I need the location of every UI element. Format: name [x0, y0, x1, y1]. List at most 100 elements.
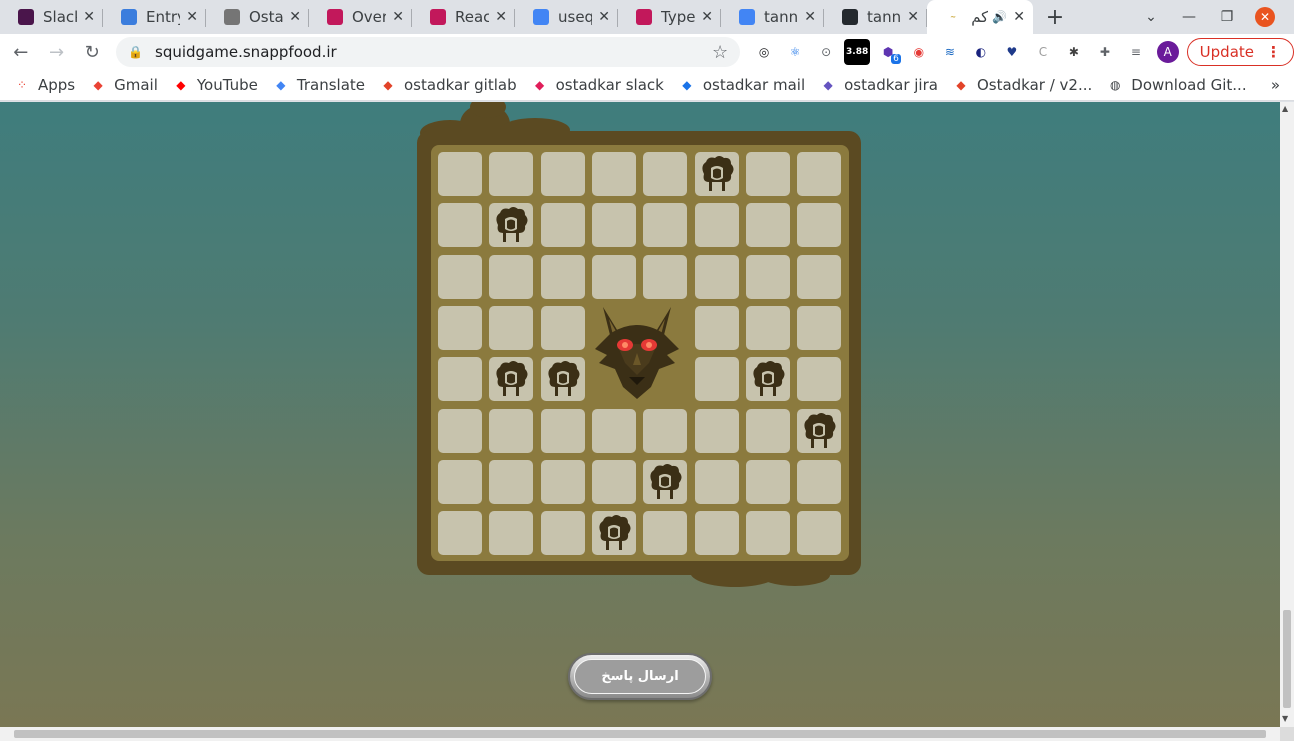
puzzle-icon[interactable]: ✚	[1092, 39, 1118, 65]
forward-arrow-icon[interactable]: →	[41, 36, 73, 68]
grid-cell[interactable]	[438, 305, 482, 350]
browser-tab[interactable]: Entry ✕	[103, 0, 206, 34]
grid-cell[interactable]	[540, 459, 585, 504]
horizontal-scrollbar[interactable]	[0, 727, 1280, 741]
restore-icon[interactable]: ❐	[1208, 0, 1246, 34]
close-window-button[interactable]: ✕	[1246, 0, 1284, 34]
browser-tab[interactable]: TypeS ✕	[618, 0, 721, 34]
grid-cell[interactable]	[745, 511, 790, 556]
grid-cell[interactable]	[694, 408, 739, 453]
grid-cell-sheep[interactable]	[489, 357, 534, 402]
browser-tab[interactable]: tanne ✕	[721, 0, 824, 34]
grid-cell[interactable]	[591, 152, 636, 196]
update-button[interactable]: Update ⋮	[1186, 38, 1294, 66]
ext-7-icon[interactable]: ≋	[937, 39, 963, 65]
grid-cell[interactable]	[694, 305, 739, 350]
grid-cell[interactable]	[540, 152, 585, 196]
close-tab-icon[interactable]: ✕	[907, 9, 919, 25]
wolf-icon[interactable]	[589, 303, 685, 403]
grid-cell-sheep[interactable]	[797, 408, 842, 453]
grid-cell[interactable]	[797, 305, 842, 350]
grid-cell[interactable]	[489, 254, 534, 299]
grid-cell[interactable]	[540, 203, 585, 248]
close-tab-icon[interactable]: ✕	[392, 9, 404, 25]
grid-cell[interactable]	[438, 459, 482, 504]
grid-cell-sheep[interactable]	[591, 511, 636, 556]
bookmark-item[interactable]: ◆ YouTube	[173, 76, 258, 94]
submit-answer-button[interactable]: ارسال پاسخ	[568, 653, 712, 700]
ext-10-icon[interactable]: C	[1030, 39, 1056, 65]
vertical-scroll-thumb[interactable]	[1283, 610, 1291, 708]
tab-search-icon[interactable]: ⌄	[1132, 0, 1170, 34]
browser-tab[interactable]: Overv ✕	[309, 0, 412, 34]
grid-cell[interactable]	[489, 408, 534, 453]
url-text[interactable]: squidgame.snappfood.ir	[155, 43, 712, 61]
bookmark-item[interactable]: ◆ Translate	[273, 76, 365, 94]
close-tab-icon[interactable]: ✕	[289, 9, 301, 25]
grid-cell-sheep[interactable]	[489, 203, 534, 248]
grid-cell[interactable]	[694, 254, 739, 299]
grid-cell[interactable]	[745, 203, 790, 248]
browser-tab[interactable]: Ostad ✕	[206, 0, 309, 34]
back-arrow-icon[interactable]: ←	[5, 36, 37, 68]
grid-cell[interactable]	[438, 203, 482, 248]
grid-cell-sheep[interactable]	[694, 152, 739, 196]
bookmark-item[interactable]: ◆ ostadkar jira	[820, 76, 938, 94]
grid-cell[interactable]	[489, 305, 534, 350]
grid-cell[interactable]	[438, 152, 482, 196]
ext-9-icon[interactable]: ♥	[999, 39, 1025, 65]
bookmark-item[interactable]: ◆ Gmail	[90, 76, 158, 94]
grid-cell[interactable]	[694, 203, 739, 248]
minimize-icon[interactable]: —	[1170, 0, 1208, 34]
bookmark-item[interactable]: ◆ ostadkar slack	[532, 76, 664, 94]
speaker-icon[interactable]: 🔊	[992, 10, 1007, 24]
grid-cell-sheep[interactable]	[643, 459, 688, 504]
browser-tab[interactable]: Slack | ✕	[0, 0, 103, 34]
ext-1-icon[interactable]: ◎	[751, 39, 777, 65]
grid-cell[interactable]	[643, 203, 688, 248]
close-tab-icon[interactable]: ✕	[701, 9, 713, 25]
close-tab-icon[interactable]: ✕	[804, 9, 816, 25]
grid-cell-sheep[interactable]	[540, 357, 585, 402]
address-bar[interactable]: 🔒 squidgame.snappfood.ir ☆	[116, 37, 741, 67]
grid-cell[interactable]	[745, 305, 790, 350]
grid-cell[interactable]	[643, 254, 688, 299]
scroll-down-icon[interactable]: ▼	[1282, 714, 1288, 723]
ext-6-icon[interactable]: ◉	[906, 39, 932, 65]
grid-cell[interactable]	[591, 254, 636, 299]
grid-cell[interactable]	[591, 408, 636, 453]
grid-cell[interactable]	[540, 511, 585, 556]
bookmark-item[interactable]: ◆ ostadkar mail	[679, 76, 805, 94]
grid-cell[interactable]	[438, 357, 482, 402]
close-tab-icon[interactable]: ✕	[1013, 9, 1025, 25]
ext-8-icon[interactable]: ◐	[968, 39, 994, 65]
grid-cell[interactable]	[694, 511, 739, 556]
reload-icon[interactable]: ↻	[76, 36, 108, 68]
grid-cell[interactable]	[797, 254, 842, 299]
browser-tab[interactable]: tanne ✕	[824, 0, 927, 34]
vertical-scrollbar[interactable]: ▲ ▼	[1280, 102, 1294, 727]
grid-cell[interactable]	[643, 152, 688, 196]
grid-cell[interactable]	[489, 152, 534, 196]
close-tab-icon[interactable]: ✕	[186, 9, 198, 25]
ext-11-icon[interactable]: ✱	[1061, 39, 1087, 65]
grid-cell[interactable]	[745, 408, 790, 453]
grid-cell[interactable]	[489, 511, 534, 556]
browser-tab[interactable]: usequ ✕	[515, 0, 618, 34]
grid-cell[interactable]	[643, 408, 688, 453]
lcp-icon[interactable]: 3.88	[844, 39, 871, 65]
bookmark-item[interactable]: ◆ Ostadkar / v2...	[953, 76, 1092, 94]
grid-cell[interactable]	[694, 459, 739, 504]
profile-avatar[interactable]: A	[1156, 41, 1179, 63]
new-tab-button[interactable]: +	[1033, 0, 1077, 34]
close-tab-icon[interactable]: ✕	[83, 9, 95, 25]
browser-tab[interactable]: React ✕	[412, 0, 515, 34]
bookmark-item[interactable]: ◆ ostadkar gitlab	[380, 76, 516, 94]
grid-cell[interactable]	[540, 254, 585, 299]
grid-cell[interactable]	[540, 408, 585, 453]
grid-cell[interactable]	[489, 459, 534, 504]
grid-cell[interactable]	[797, 459, 842, 504]
media-icon[interactable]: ≡	[1123, 39, 1149, 65]
grid-cell[interactable]	[745, 254, 790, 299]
grid-cell[interactable]	[643, 511, 688, 556]
